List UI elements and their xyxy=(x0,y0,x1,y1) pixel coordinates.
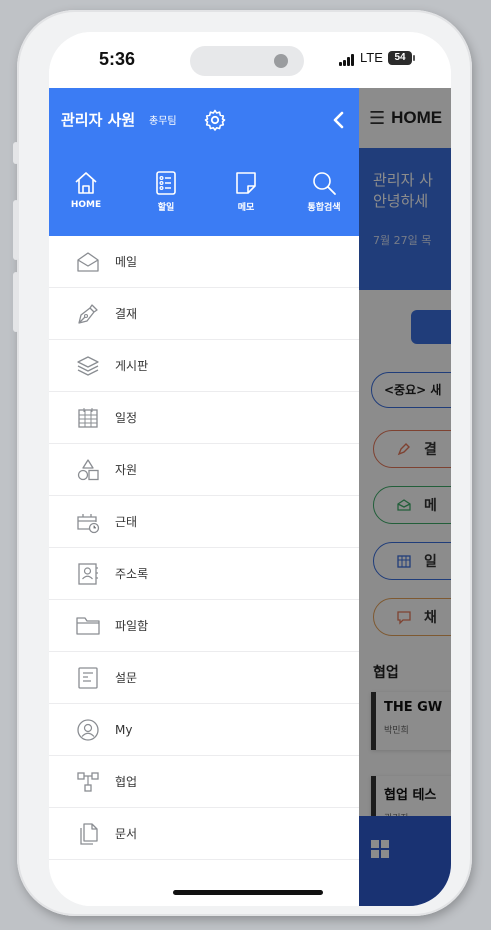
menu-item-resource[interactable]: 자원 xyxy=(49,444,359,496)
dynamic-island xyxy=(190,46,304,76)
user-name: 관리자 사원 xyxy=(61,111,136,129)
menu-item-label: 결재 xyxy=(115,307,138,321)
background-app: ☰ HOME 관리자 사 안녕하세 7월 27일 목 <중요> 새 결 메 일 … xyxy=(359,88,451,906)
menu-item-document[interactable]: 문서 xyxy=(49,808,359,860)
menu-item-attendance[interactable]: 근태 xyxy=(49,496,359,548)
dim-overlay[interactable] xyxy=(359,88,451,906)
chevron-left-icon[interactable] xyxy=(329,108,349,132)
gear-icon[interactable] xyxy=(203,108,227,132)
quick-link-home[interactable]: HOME xyxy=(51,170,121,210)
folder-icon xyxy=(75,613,101,639)
quick-link-label: 할일 xyxy=(157,203,175,213)
document-icon xyxy=(75,821,101,847)
drawer-header: 관리자 사원 총무팀 HOME 할일 메모 통합검색 xyxy=(49,88,359,236)
quick-link-label: HOME xyxy=(70,200,102,210)
quick-link-todo[interactable]: 할일 xyxy=(131,170,201,213)
checklist-icon xyxy=(156,171,176,195)
quick-link-memo[interactable]: 메모 xyxy=(211,170,281,213)
side-button xyxy=(13,272,19,332)
user-icon xyxy=(75,717,101,743)
home-indicator[interactable] xyxy=(173,890,323,895)
menu-item-label: 설문 xyxy=(115,671,138,685)
status-time: 5:36 xyxy=(99,49,136,69)
calendar-icon xyxy=(75,405,101,431)
menu-item-label: 협업 xyxy=(115,775,138,789)
quick-link-label: 통합검색 xyxy=(307,203,341,213)
attendance-icon xyxy=(75,509,101,535)
menu-item-label: 일정 xyxy=(115,411,138,425)
menu-item-label: 주소록 xyxy=(115,567,149,581)
survey-icon xyxy=(75,665,101,691)
menu-item-files[interactable]: 파일함 xyxy=(49,600,359,652)
battery-icon: 54 xyxy=(388,51,412,65)
menu-item-collaboration[interactable]: 협업 xyxy=(49,756,359,808)
menu-item-label: 자원 xyxy=(115,463,138,477)
user-dept: 총무팀 xyxy=(149,116,177,127)
memo-icon xyxy=(236,172,256,194)
menu-item-label: 근태 xyxy=(115,515,138,529)
collaboration-icon xyxy=(75,769,101,795)
menu-item-schedule[interactable]: 일정 xyxy=(49,392,359,444)
mail-icon xyxy=(75,249,101,275)
menu-item-label: 파일함 xyxy=(115,619,149,633)
menu-item-board[interactable]: 게시판 xyxy=(49,340,359,392)
menu-item-approval[interactable]: 결재 xyxy=(49,288,359,340)
contacts-icon xyxy=(75,561,101,587)
menu-item-label: My xyxy=(115,722,133,737)
network-label: LTE xyxy=(360,50,383,65)
home-icon xyxy=(75,172,97,194)
quick-link-label: 메모 xyxy=(237,203,255,213)
phone-screen: 5:36 LTE 54 ☰ HOME 관리자 사 안녕하세 7월 27일 목 <… xyxy=(49,32,451,906)
status-bar: 5:36 LTE 54 xyxy=(49,32,451,88)
camera-dot xyxy=(274,54,288,68)
quick-link-search[interactable]: 통합검색 xyxy=(289,170,359,213)
side-button xyxy=(13,142,19,164)
side-drawer: 관리자 사원 총무팀 HOME 할일 메모 통합검색 메일 결재 게시판 일정 … xyxy=(49,88,359,906)
side-button xyxy=(13,200,19,260)
drawer-menu: 메일 결재 게시판 일정 자원 근태 주소록 파일함 설문 My 협업 문서 xyxy=(49,236,359,860)
pen-icon xyxy=(75,301,101,327)
menu-item-mail[interactable]: 메일 xyxy=(49,236,359,288)
layers-icon xyxy=(75,353,101,379)
menu-item-survey[interactable]: 설문 xyxy=(49,652,359,704)
menu-item-label: 메일 xyxy=(115,255,138,269)
resource-icon xyxy=(75,457,101,483)
menu-item-label: 문서 xyxy=(115,827,138,841)
battery-tip xyxy=(413,55,415,61)
search-icon xyxy=(313,172,336,195)
menu-item-contacts[interactable]: 주소록 xyxy=(49,548,359,600)
menu-item-my[interactable]: My xyxy=(49,704,359,756)
menu-item-label: 게시판 xyxy=(115,359,149,373)
